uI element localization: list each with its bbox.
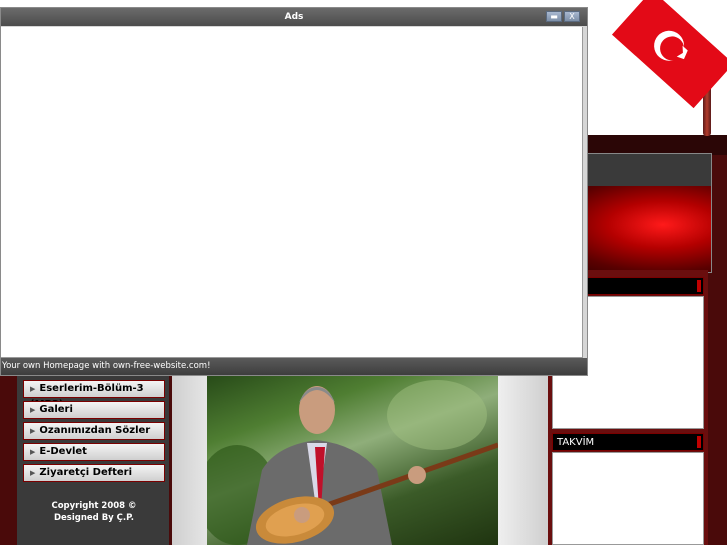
arrow-right-icon: ▶ [30, 406, 36, 414]
menu-item-galeri[interactable]: ▶ Galeri [23, 401, 165, 419]
calendar-header: TAKVİM [552, 433, 704, 451]
close-button[interactable]: X [564, 11, 580, 22]
calendar-box [552, 452, 704, 545]
ads-window[interactable]: Ads ▬ X Your own Homepage with own-free-… [0, 7, 588, 376]
menu-item-label: Ziyaretçi Defteri [39, 467, 133, 478]
musician-illustration [207, 380, 498, 545]
ads-title: Ads [284, 12, 304, 22]
copyright-line: Copyright 2008 © [51, 501, 137, 511]
menu-item-ziyaretci-defteri[interactable]: ▶ Ziyaretçi Defteri [23, 464, 165, 482]
ads-content[interactable] [1, 27, 583, 358]
menu-item-e-devlet[interactable]: ▶ E-Devlet [23, 443, 165, 461]
arrow-right-icon: ▶ [30, 385, 36, 393]
calendar-title: TAKVİM [557, 437, 595, 448]
panel-knob-icon [697, 436, 701, 448]
copyright-text: Copyright 2008 © Designed By Ç.P. [23, 500, 165, 524]
musician-photo [207, 375, 498, 545]
panel-knob-icon [697, 280, 701, 292]
menu-item-label: E-Devlet [39, 446, 87, 457]
ads-titlebar[interactable]: Ads ▬ X [1, 8, 587, 26]
minimize-button[interactable]: ▬ [546, 11, 562, 22]
menu-item-label: Galeri [39, 404, 73, 415]
menu-item-sozler[interactable]: ▶ Ozanımızdan Sözler [23, 422, 165, 440]
menu-item-label: Ozanımızdan Sözler [39, 425, 151, 436]
arrow-right-icon: ▶ [30, 427, 36, 435]
designer-line: Designed By Ç.P. [53, 513, 135, 523]
arrow-right-icon: ▶ [30, 469, 36, 477]
menu-item-eserlerim-3[interactable]: ▶Eserlerim-Bölüm-3 (MP3) [23, 380, 165, 410]
ads-footer-link[interactable]: Your own Homepage with own-free-website.… [1, 358, 587, 375]
arrow-right-icon: ▶ [30, 448, 36, 456]
